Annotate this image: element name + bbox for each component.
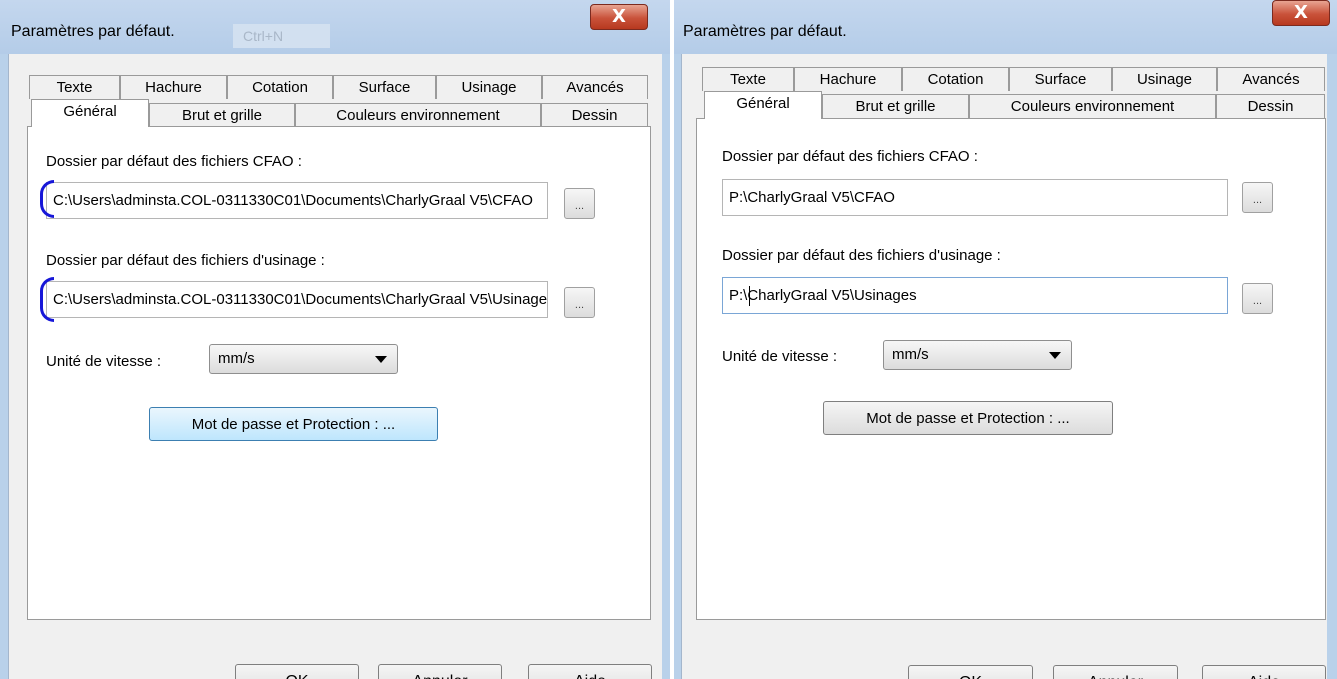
help-button[interactable]: Aide <box>1202 665 1326 679</box>
tab-surface[interactable]: Surface <box>333 75 436 99</box>
usinage-folder-label: Dossier par défaut des fichiers d'usinag… <box>46 252 325 269</box>
speed-unit-label: Unité de vitesse : <box>46 353 162 370</box>
help-button[interactable]: Aide <box>528 664 652 679</box>
cfao-browse-button[interactable]: ... <box>1242 182 1273 213</box>
cancel-button[interactable]: Annuler <box>1053 665 1178 679</box>
title-bar[interactable]: Paramètres par défaut. Ctrl+N X <box>0 0 670 54</box>
annotation-mark <box>40 277 54 322</box>
tab-hachure[interactable]: Hachure <box>794 67 902 91</box>
cfao-folder-input[interactable]: C:\Users\adminsta.COL-0311330C01\Documen… <box>46 182 548 219</box>
speed-unit-select[interactable]: mm/s <box>883 340 1072 370</box>
usinage-folder-label: Dossier par défaut des fichiers d'usinag… <box>722 247 1001 264</box>
speed-unit-select[interactable]: mm/s <box>209 344 398 374</box>
tab-avances[interactable]: Avancés <box>1217 67 1325 91</box>
dialog-body: Texte Hachure Cotation Surface Usinage A… <box>8 54 662 679</box>
tab-usinage[interactable]: Usinage <box>436 75 542 99</box>
annotation-mark <box>40 180 54 218</box>
cfao-folder-label: Dossier par défaut des fichiers CFAO : <box>46 153 302 170</box>
dropdown-arrow-icon <box>1049 352 1061 359</box>
speed-unit-label: Unité de vitesse : <box>722 348 838 365</box>
tab-brut-et-grille[interactable]: Brut et grille <box>822 94 969 118</box>
tab-general[interactable]: Général <box>31 99 149 127</box>
tab-cotation[interactable]: Cotation <box>902 67 1009 91</box>
tab-hachure[interactable]: Hachure <box>120 75 227 99</box>
shortcut-hint: Ctrl+N <box>233 24 330 48</box>
cancel-button[interactable]: Annuler <box>378 664 502 679</box>
settings-dialog-left: Paramètres par défaut. Ctrl+N X Texte Ha… <box>0 0 670 679</box>
tab-panel-general: Dossier par défaut des fichiers CFAO : C… <box>27 126 651 620</box>
tab-couleurs-environnement[interactable]: Couleurs environnement <box>295 103 541 127</box>
tab-general[interactable]: Général <box>704 91 822 119</box>
tab-cotation[interactable]: Cotation <box>227 75 333 99</box>
usinage-browse-button[interactable]: ... <box>1242 283 1273 314</box>
ok-button[interactable]: OK <box>908 665 1033 679</box>
dialog-title: Paramètres par défaut. <box>683 23 847 40</box>
tab-dessin[interactable]: Dessin <box>541 103 648 127</box>
speed-unit-value: mm/s <box>892 346 929 363</box>
ok-button[interactable]: OK <box>235 664 359 679</box>
settings-dialog-right: Paramètres par défaut. X Texte Hachure C… <box>674 0 1337 679</box>
text-caret <box>749 286 750 306</box>
tab-surface[interactable]: Surface <box>1009 67 1112 91</box>
usinage-folder-input[interactable]: P:\CharlyGraal V5\Usinages <box>722 277 1228 314</box>
cfao-browse-button[interactable]: ... <box>564 188 595 219</box>
dialog-title: Paramètres par défaut. <box>11 23 175 40</box>
tab-texte[interactable]: Texte <box>702 67 794 91</box>
tab-panel-general: Dossier par défaut des fichiers CFAO : P… <box>696 118 1326 620</box>
usinage-folder-input[interactable]: C:\Users\adminsta.COL-0311330C01\Documen… <box>46 281 548 318</box>
tab-avances[interactable]: Avancés <box>542 75 648 99</box>
title-bar[interactable]: Paramètres par défaut. X <box>674 0 1337 54</box>
tab-usinage[interactable]: Usinage <box>1112 67 1217 91</box>
dropdown-arrow-icon <box>375 356 387 363</box>
tab-texte[interactable]: Texte <box>29 75 120 99</box>
password-protection-button[interactable]: Mot de passe et Protection : ... <box>149 407 438 441</box>
tab-dessin[interactable]: Dessin <box>1216 94 1325 118</box>
usinage-browse-button[interactable]: ... <box>564 287 595 318</box>
cfao-folder-input[interactable]: P:\CharlyGraal V5\CFAO <box>722 179 1228 216</box>
speed-unit-value: mm/s <box>218 350 255 367</box>
password-protection-button[interactable]: Mot de passe et Protection : ... <box>823 401 1113 435</box>
cfao-folder-label: Dossier par défaut des fichiers CFAO : <box>722 148 978 165</box>
close-button[interactable]: X <box>590 4 648 30</box>
tab-brut-et-grille[interactable]: Brut et grille <box>149 103 295 127</box>
close-button[interactable]: X <box>1272 0 1330 26</box>
dialog-body: Texte Hachure Cotation Surface Usinage A… <box>681 54 1327 679</box>
tab-couleurs-environnement[interactable]: Couleurs environnement <box>969 94 1216 118</box>
